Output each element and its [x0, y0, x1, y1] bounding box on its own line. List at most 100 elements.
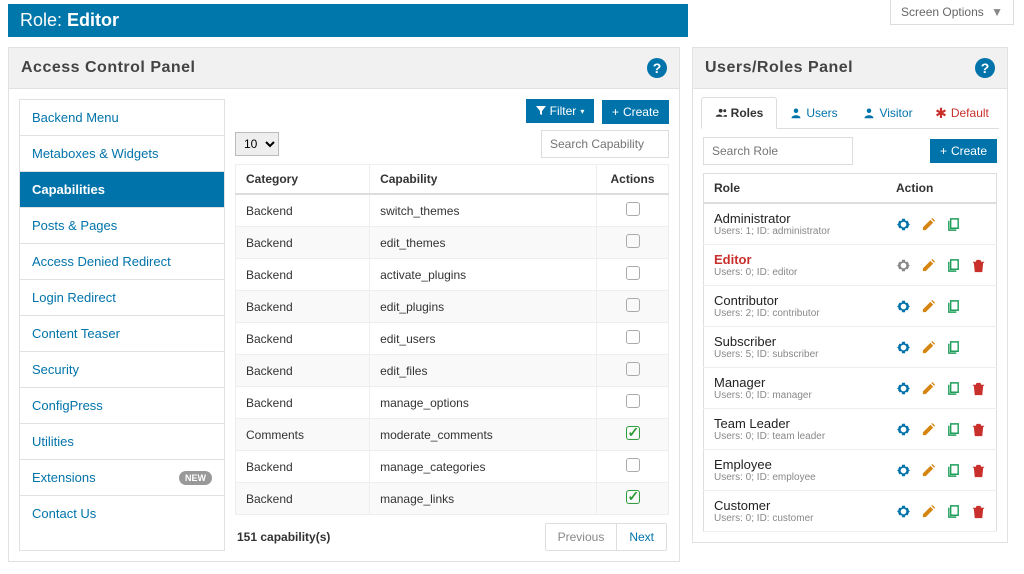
capability-checkbox[interactable] — [626, 490, 640, 504]
help-icon[interactable]: ? — [647, 58, 667, 78]
sidebar-item-security[interactable]: Security — [20, 352, 224, 388]
tab-visitor[interactable]: Visitor — [851, 97, 925, 128]
role-row: ContributorUsers: 2; ID: contributor — [704, 286, 997, 327]
tab-users[interactable]: Users — [777, 97, 851, 128]
capability-row: Backendmanage_options — [236, 387, 669, 419]
asterisk-icon: ✱ — [935, 108, 947, 118]
screen-options-toggle[interactable]: Screen Options ▼ — [890, 0, 1014, 25]
role-name[interactable]: Subscriber — [714, 334, 876, 349]
feature-sidebar: Backend MenuMetaboxes & WidgetsCapabilit… — [19, 99, 225, 551]
create-capability-button[interactable]: + Create — [602, 100, 669, 124]
manage-icon[interactable] — [896, 299, 911, 314]
cell-capability: manage_categories — [370, 451, 597, 483]
manage-icon[interactable] — [896, 504, 911, 519]
search-role-input[interactable] — [703, 137, 853, 165]
clone-icon[interactable] — [946, 299, 961, 314]
capability-checkbox[interactable] — [626, 330, 640, 344]
sidebar-item-capabilities[interactable]: Capabilities — [20, 172, 224, 208]
manage-icon[interactable] — [896, 258, 911, 273]
page-size-select[interactable]: 10 — [235, 132, 279, 156]
sidebar-item-contact-us[interactable]: Contact Us — [20, 496, 224, 531]
role-meta: Users: 0; ID: team leader — [714, 431, 876, 442]
delete-icon[interactable] — [971, 463, 986, 478]
users-icon — [715, 107, 727, 119]
edit-icon[interactable] — [921, 463, 936, 478]
manage-icon[interactable] — [896, 381, 911, 396]
edit-icon[interactable] — [921, 258, 936, 273]
role-name[interactable]: Editor — [714, 252, 876, 267]
tab-default[interactable]: ✱ Default — [925, 97, 999, 128]
cell-capability: edit_users — [370, 323, 597, 355]
screen-options-label: Screen Options — [901, 5, 984, 19]
edit-icon[interactable] — [921, 381, 936, 396]
manage-icon[interactable] — [896, 217, 911, 232]
manage-icon[interactable] — [896, 340, 911, 355]
funnel-icon — [536, 106, 546, 116]
edit-icon[interactable] — [921, 217, 936, 232]
role-name: Editor — [67, 10, 119, 30]
capability-checkbox[interactable] — [626, 234, 640, 248]
access-panel-title: Access Control Panel — [21, 59, 196, 77]
capability-checkbox[interactable] — [626, 202, 640, 216]
pager-prev[interactable]: Previous — [546, 524, 618, 550]
clone-icon[interactable] — [946, 463, 961, 478]
pager-next[interactable]: Next — [617, 524, 666, 550]
manage-icon[interactable] — [896, 422, 911, 437]
capability-checkbox[interactable] — [626, 362, 640, 376]
sidebar-item-label: Security — [32, 362, 79, 377]
edit-icon[interactable] — [921, 299, 936, 314]
clone-icon[interactable] — [946, 381, 961, 396]
clone-icon[interactable] — [946, 217, 961, 232]
sidebar-item-configpress[interactable]: ConfigPress — [20, 388, 224, 424]
role-name[interactable]: Team Leader — [714, 416, 876, 431]
capability-checkbox[interactable] — [626, 394, 640, 408]
cell-capability: activate_plugins — [370, 259, 597, 291]
capability-checkbox[interactable] — [626, 266, 640, 280]
capability-row: Backendswitch_themes — [236, 194, 669, 227]
role-meta: Users: 0; ID: editor — [714, 267, 876, 278]
delete-icon[interactable] — [971, 381, 986, 396]
sidebar-item-access-denied-redirect[interactable]: Access Denied Redirect — [20, 244, 224, 280]
role-meta: Users: 2; ID: contributor — [714, 308, 876, 319]
manage-icon[interactable] — [896, 463, 911, 478]
role-name[interactable]: Employee — [714, 457, 876, 472]
sidebar-item-label: Posts & Pages — [32, 218, 117, 233]
col-action: Action — [886, 174, 997, 204]
cell-capability: manage_links — [370, 483, 597, 515]
capability-row: Backendmanage_categories — [236, 451, 669, 483]
help-icon[interactable]: ? — [975, 58, 995, 78]
clone-icon[interactable] — [946, 504, 961, 519]
role-name[interactable]: Customer — [714, 498, 876, 513]
sidebar-item-backend-menu[interactable]: Backend Menu — [20, 100, 224, 136]
role-row: EditorUsers: 0; ID: editor — [704, 245, 997, 286]
sidebar-item-posts-pages[interactable]: Posts & Pages — [20, 208, 224, 244]
capability-checkbox[interactable] — [626, 426, 640, 440]
sidebar-item-login-redirect[interactable]: Login Redirect — [20, 280, 224, 316]
tab-roles[interactable]: Roles — [701, 97, 777, 129]
filter-button[interactable]: Filter ▾ — [526, 99, 595, 123]
capability-checkbox[interactable] — [626, 458, 640, 472]
delete-icon[interactable] — [971, 504, 986, 519]
capability-row: Backendedit_plugins — [236, 291, 669, 323]
sidebar-item-label: Contact Us — [32, 506, 96, 521]
delete-icon[interactable] — [971, 258, 986, 273]
role-meta: Users: 5; ID: subscriber — [714, 349, 876, 360]
clone-icon[interactable] — [946, 340, 961, 355]
create-role-button[interactable]: + Create — [930, 139, 997, 163]
role-name[interactable]: Administrator — [714, 211, 876, 226]
edit-icon[interactable] — [921, 340, 936, 355]
clone-icon[interactable] — [946, 258, 961, 273]
sidebar-item-utilities[interactable]: Utilities — [20, 424, 224, 460]
role-row: Team LeaderUsers: 0; ID: team leader — [704, 409, 997, 450]
edit-icon[interactable] — [921, 504, 936, 519]
search-capability-input[interactable] — [541, 130, 669, 158]
role-name[interactable]: Contributor — [714, 293, 876, 308]
sidebar-item-content-teaser[interactable]: Content Teaser — [20, 316, 224, 352]
capability-checkbox[interactable] — [626, 298, 640, 312]
sidebar-item-extensions[interactable]: ExtensionsNEW — [20, 460, 224, 496]
clone-icon[interactable] — [946, 422, 961, 437]
role-name[interactable]: Manager — [714, 375, 876, 390]
sidebar-item-metaboxes-widgets[interactable]: Metaboxes & Widgets — [20, 136, 224, 172]
edit-icon[interactable] — [921, 422, 936, 437]
delete-icon[interactable] — [971, 422, 986, 437]
